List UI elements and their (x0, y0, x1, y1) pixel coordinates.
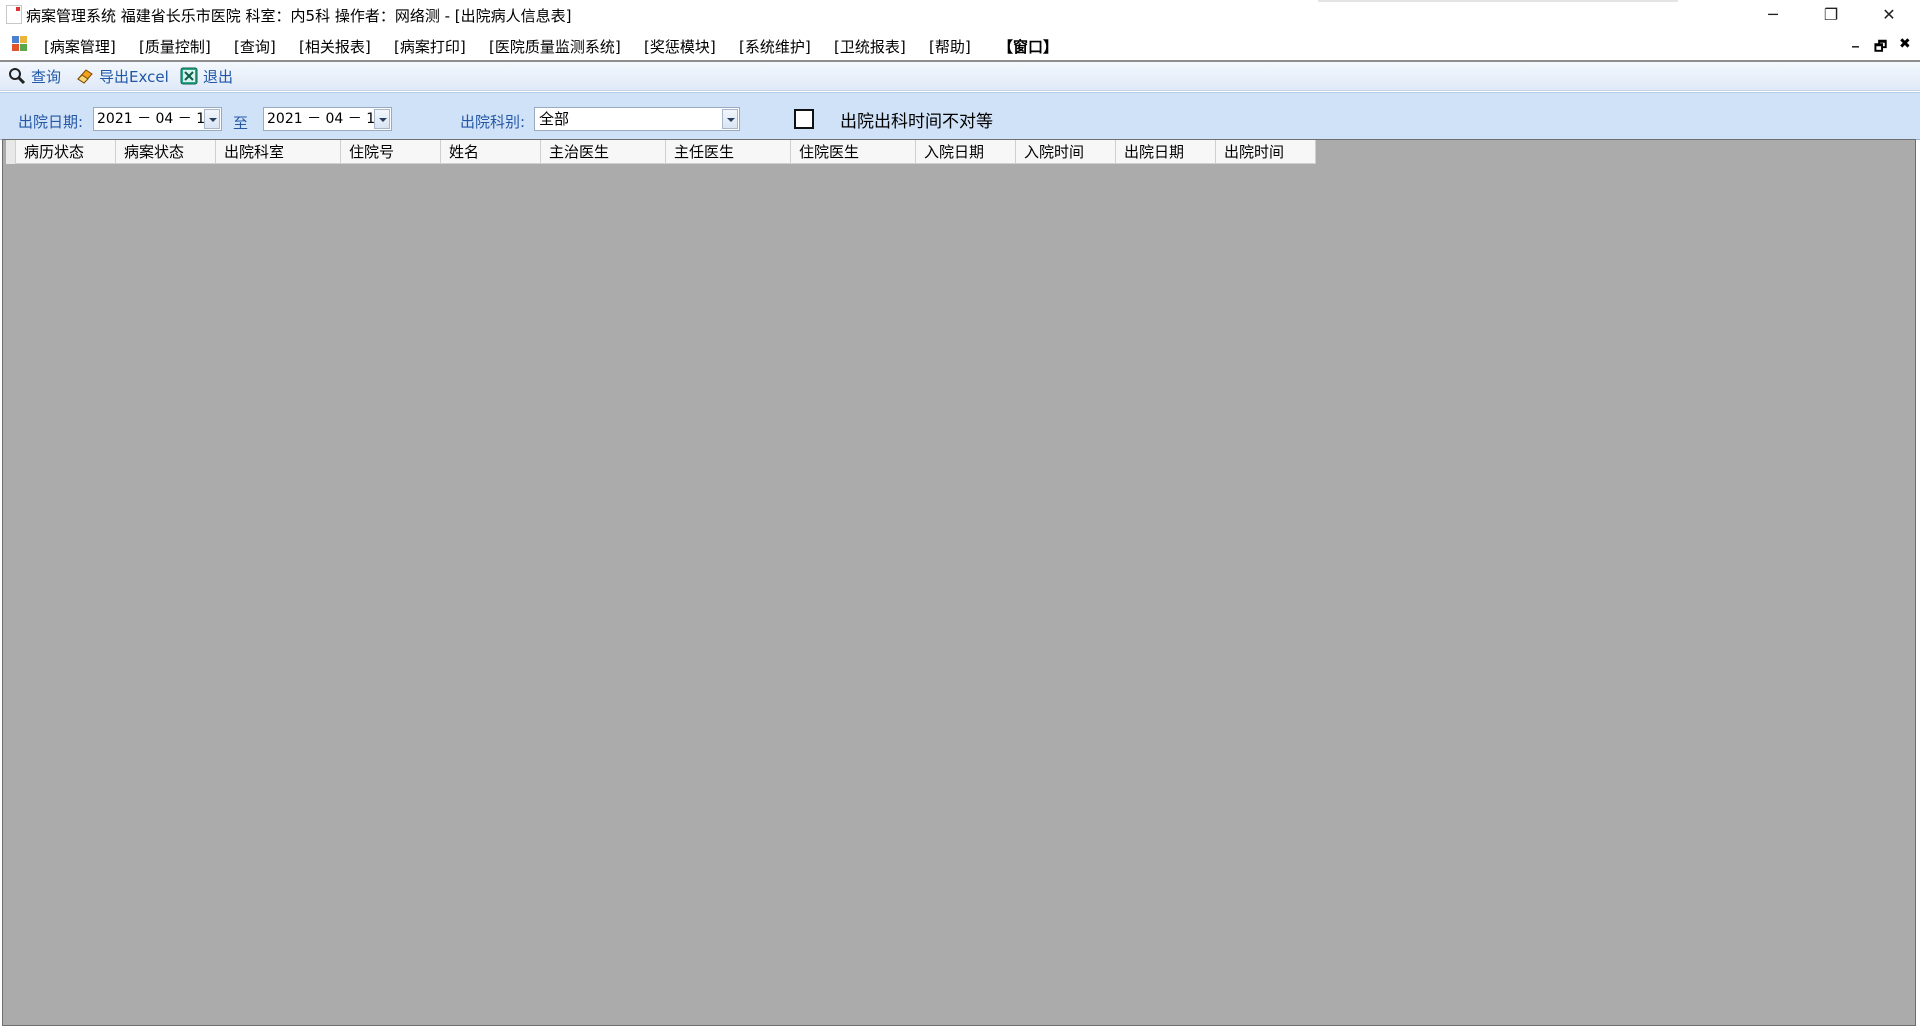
col-header-discharge-time[interactable]: 出院时间 (1216, 140, 1316, 164)
col-header-discharge-date[interactable]: 出院日期 (1116, 140, 1216, 164)
exit-label: 退出 (203, 67, 234, 86)
date-to-picker[interactable]: 2021 － 04 － 14 (263, 107, 392, 131)
menu-record-management[interactable]: [病案管理] (44, 36, 116, 57)
menu-help[interactable]: [帮助] (929, 36, 971, 57)
date-from-picker[interactable]: 2021 － 04 － 14 (93, 107, 222, 131)
col-header-admission-time[interactable]: 入院时间 (1016, 140, 1116, 164)
minimize-button[interactable]: ─ (1744, 0, 1802, 28)
mdi-close-button[interactable]: ✖ (1899, 36, 1911, 52)
col-header-chief-doctor[interactable]: 主任医生 (666, 140, 791, 164)
date-from-value: 2021 － 04 － 14 (97, 111, 215, 127)
menu-window[interactable]: 【窗口】 (998, 36, 1058, 57)
time-mismatch-checkbox[interactable] (794, 109, 814, 129)
col-header-record-status[interactable]: 病历状态 (16, 140, 116, 164)
filter-panel: 出院日期: 2021 － 04 － 14 至 2021 － 04 － 14 出院… (0, 92, 1920, 140)
export-excel-label: 导出Excel (99, 67, 169, 86)
discharge-date-label: 出院日期: (18, 113, 84, 131)
col-header-attending-doctor[interactable]: 主治医生 (541, 140, 666, 164)
col-header-case-status[interactable]: 病案状态 (116, 140, 216, 164)
col-header-admission-date[interactable]: 入院日期 (916, 140, 1016, 164)
title-divider (1318, 0, 1678, 2)
grid-header: 病历状态 病案状态 出院科室 住院号 姓名 主治医生 主任医生 住院医生 入院日… (6, 140, 1316, 164)
discharge-dept-select[interactable]: 全部 (534, 107, 740, 131)
col-header-name[interactable]: 姓名 (441, 140, 541, 164)
menu-record-print[interactable]: [病案打印] (394, 36, 466, 57)
dept-dropdown-icon[interactable] (722, 109, 738, 129)
restore-button[interactable]: ❐ (1802, 0, 1860, 28)
close-button[interactable]: ✕ (1860, 0, 1918, 28)
exit-icon (180, 67, 198, 85)
date-to-value: 2021 － 04 － 14 (267, 111, 385, 127)
col-header-inpatient-no[interactable]: 住院号 (341, 140, 441, 164)
time-mismatch-label: 出院出科时间不对等 (840, 112, 993, 132)
col-header-resident-doctor[interactable]: 住院医生 (791, 140, 916, 164)
toolbar: 查询 导出Excel 退出 (0, 62, 1920, 91)
col-header-discharge-dept[interactable]: 出院科室 (216, 140, 341, 164)
exit-button[interactable]: 退出 (180, 66, 233, 86)
menu-hospital-quality-monitor[interactable]: [医院质量监测系统] (489, 36, 621, 57)
menu-bar: [病案管理] [质量控制] [查询] [相关报表] [病案打印] [医院质量监测… (0, 30, 1920, 62)
query-label: 查询 (31, 67, 62, 86)
menu-related-reports[interactable]: [相关报表] (299, 36, 371, 57)
date-to-dropdown-icon[interactable] (374, 109, 390, 129)
mdi-restore-button[interactable]: 🗗 (1874, 36, 1887, 60)
app-icon (6, 5, 22, 24)
menu-query[interactable]: [查询] (234, 36, 276, 57)
discharge-dept-value: 全部 (539, 110, 570, 128)
window-title: 病案管理系统 福建省长乐市医院 科室：内5科 操作者：网络测 - [出院病人信息… (26, 7, 572, 25)
patient-grid[interactable]: 病历状态 病案状态 出院科室 住院号 姓名 主治医生 主任医生 住院医生 入院日… (2, 139, 1916, 1026)
date-from-dropdown-icon[interactable] (204, 109, 220, 129)
menu-health-statistics[interactable]: [卫统报表] (834, 36, 906, 57)
mdi-child-icon[interactable] (12, 36, 28, 52)
discharge-dept-label: 出院科别: (460, 113, 526, 131)
menu-system-maintenance[interactable]: [系统维护] (739, 36, 811, 57)
grid-corner (6, 140, 16, 164)
query-button[interactable]: 查询 (8, 66, 61, 86)
eraser-icon (76, 67, 94, 85)
magnifier-icon (8, 67, 26, 85)
export-excel-button[interactable]: 导出Excel (76, 66, 169, 86)
to-label: 至 (233, 114, 249, 132)
mdi-minimize-button[interactable]: _ (1852, 32, 1859, 48)
menu-reward-penalty[interactable]: [奖惩模块] (644, 36, 716, 57)
menu-quality-control[interactable]: [质量控制] (139, 36, 211, 57)
title-bar: 病案管理系统 福建省长乐市医院 科室：内5科 操作者：网络测 - [出院病人信息… (0, 0, 1920, 28)
